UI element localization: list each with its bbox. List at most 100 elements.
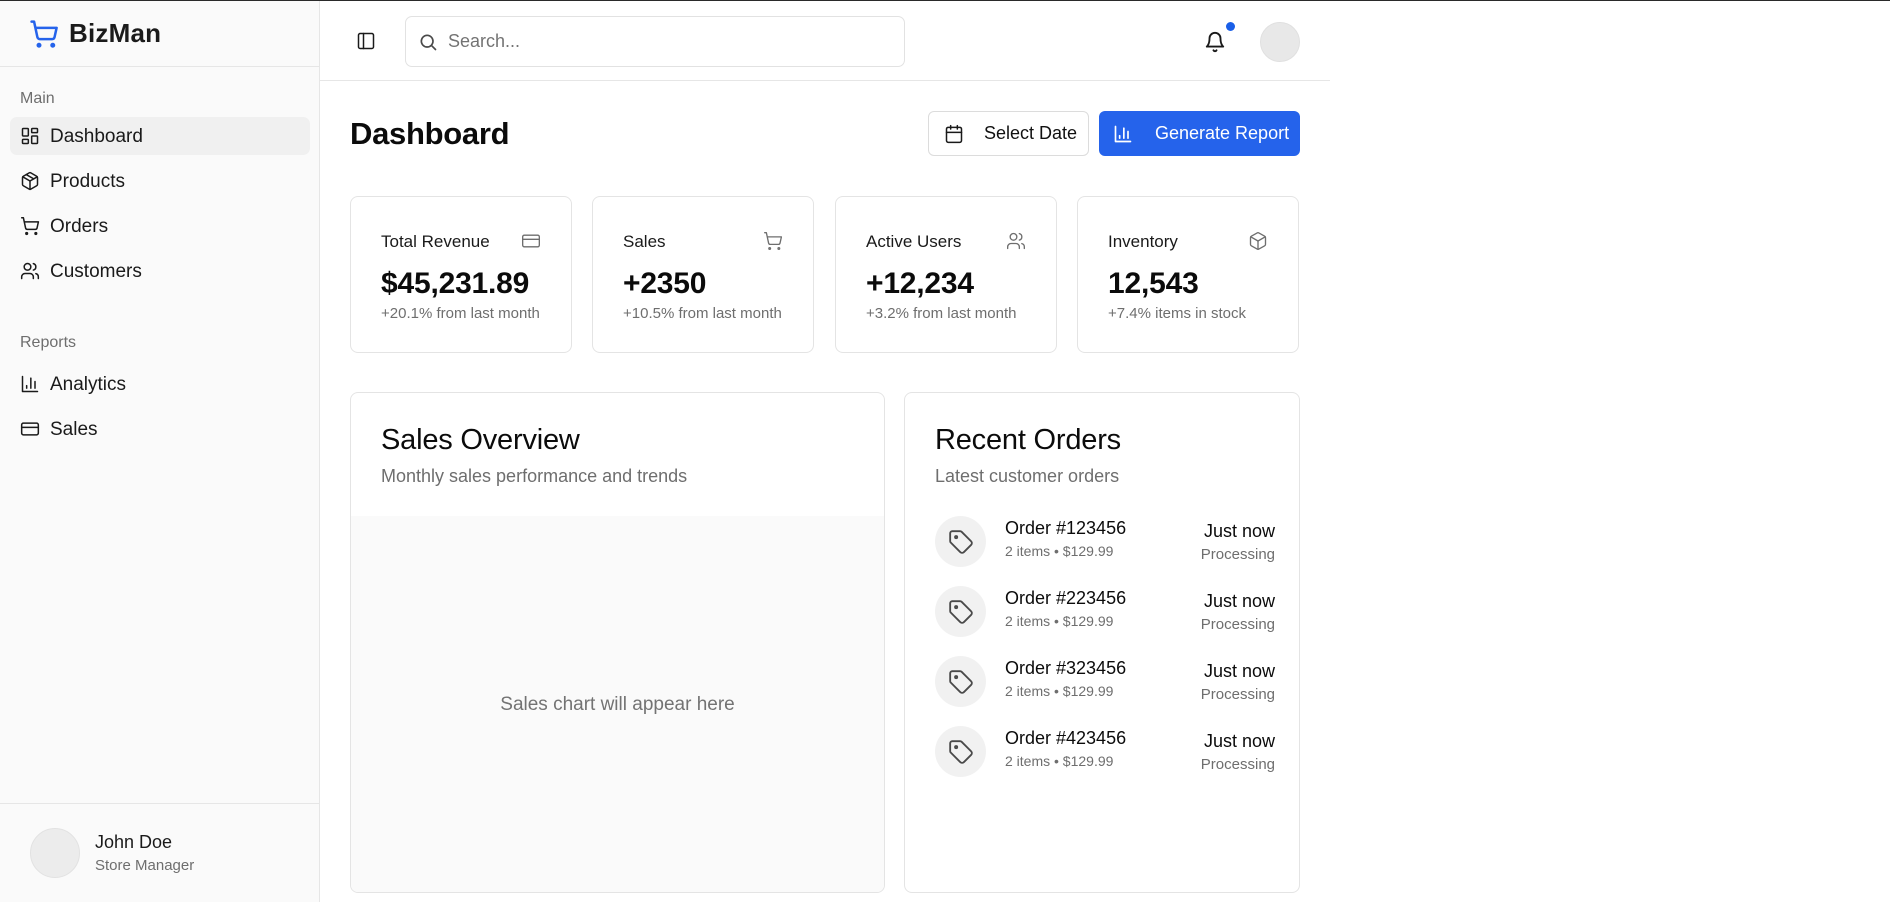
tag-icon [948, 599, 973, 624]
stat-title: Inventory [1108, 232, 1178, 251]
shopping-cart-logo-icon [30, 19, 58, 48]
credit-card-icon [522, 234, 540, 248]
sales-overview-panel: Sales Overview Monthly sales performance… [350, 392, 885, 893]
order-icon [935, 726, 986, 777]
panel-subtitle: Latest customer orders [935, 466, 1120, 486]
order-id: Order #323456 [1005, 658, 1127, 678]
order-time: Just now [1203, 731, 1275, 751]
avatar [30, 828, 80, 878]
order-icon [935, 586, 986, 637]
chart-placeholder-text: Sales chart will appear here [500, 694, 735, 715]
package-icon [21, 171, 39, 191]
brand-name: BizMan [69, 18, 162, 48]
notification-dot [1226, 22, 1235, 31]
tag-icon [948, 739, 973, 764]
generate-report-label: Generate Report [1155, 123, 1290, 143]
tag-icon [948, 669, 973, 694]
list-item[interactable]: Order #223456 2 items • $129.99 Just now… [935, 586, 1275, 638]
shopping-cart-icon [764, 232, 783, 250]
stat-value: +2350 [623, 267, 707, 300]
stat-change: +10.5% from last month [623, 305, 782, 322]
sidebar-item-analytics[interactable]: Analytics [10, 365, 310, 403]
order-id: Order #423456 [1005, 728, 1127, 748]
sales-chart-area: Sales chart will appear here [351, 516, 884, 892]
sidebar: BizMan Main Dashboard Products Orders Cu… [0, 1, 320, 902]
top-header [320, 1, 1330, 81]
shopping-cart-icon [20, 216, 40, 236]
order-time: Just now [1203, 521, 1275, 541]
sidebar-item-products[interactable]: Products [10, 162, 310, 200]
search-box[interactable] [405, 16, 905, 67]
stat-change: +7.4% items in stock [1108, 305, 1246, 322]
search-icon [420, 34, 437, 50]
sidebar-item-label: Dashboard [50, 125, 143, 147]
generate-report-button[interactable]: Generate Report [1099, 111, 1300, 156]
order-meta: 2 items • $129.99 [1005, 543, 1114, 559]
order-icon [935, 516, 986, 567]
panel-title: Sales Overview [381, 424, 580, 456]
panel-title: Recent Orders [935, 424, 1121, 456]
stat-value: +12,234 [866, 267, 974, 300]
stat-card-sales: Sales +2350 +10.5% from last month [592, 196, 814, 353]
sidebar-item-label: Sales [50, 418, 98, 440]
sidebar-item-label: Orders [50, 215, 109, 237]
list-item[interactable]: Order #123456 2 items • $129.99 Just now… [935, 516, 1275, 568]
section-label-main: Main [20, 90, 55, 107]
list-item[interactable]: Order #423456 2 items • $129.99 Just now… [935, 726, 1275, 778]
user-role: Store Manager [95, 857, 195, 874]
stat-title: Active Users [866, 232, 962, 251]
order-status: Processing [1200, 686, 1275, 703]
stat-change: +3.2% from last month [866, 305, 1017, 322]
recent-orders-panel: Recent Orders Latest customer orders Ord… [904, 392, 1300, 893]
order-meta: 2 items • $129.99 [1005, 683, 1114, 699]
bell-icon[interactable] [1204, 31, 1226, 53]
panel-left-icon[interactable] [356, 31, 376, 51]
stat-card-total-revenue: Total Revenue $45,231.89 +20.1% from las… [350, 196, 572, 353]
page-title: Dashboard [350, 116, 510, 151]
order-status: Processing [1200, 616, 1275, 633]
layout-dashboard-icon [21, 127, 39, 145]
stat-value: $45,231.89 [381, 267, 530, 300]
credit-card-icon [20, 422, 40, 436]
bar-chart-icon [21, 375, 39, 393]
stat-title: Total Revenue [381, 232, 490, 251]
order-time: Just now [1203, 661, 1275, 681]
section-label-reports: Reports [20, 334, 77, 351]
order-meta: 2 items • $129.99 [1005, 753, 1114, 769]
user-name: John Doe [95, 832, 173, 852]
order-meta: 2 items • $129.99 [1005, 613, 1114, 629]
calendar-icon [945, 124, 963, 143]
stat-title: Sales [623, 232, 666, 251]
list-item[interactable]: Order #323456 2 items • $129.99 Just now… [935, 656, 1275, 708]
sidebar-item-label: Customers [50, 260, 142, 282]
order-status: Processing [1200, 546, 1275, 563]
sidebar-item-label: Analytics [50, 373, 127, 395]
stat-change: +20.1% from last month [381, 305, 540, 322]
tag-icon [948, 529, 973, 554]
sidebar-item-sales[interactable]: Sales [10, 410, 310, 448]
package-icon [1249, 232, 1267, 250]
sidebar-item-customers[interactable]: Customers [10, 252, 310, 290]
user-profile[interactable]: John Doe Store Manager [0, 803, 319, 902]
stat-card-inventory: Inventory 12,543 +7.4% items in stock [1077, 196, 1299, 353]
users-icon [1007, 232, 1025, 250]
order-id: Order #123456 [1005, 518, 1127, 538]
stat-value: 12,543 [1108, 267, 1199, 300]
user-info: John Doe Store Manager [95, 832, 194, 874]
panel-subtitle: Monthly sales performance and trends [381, 466, 688, 486]
stat-card-active-users: Active Users +12,234 +3.2% from last mon… [835, 196, 1057, 353]
brand[interactable]: BizMan [0, 1, 319, 67]
bar-chart-icon [1114, 125, 1132, 142]
search-input[interactable] [448, 31, 888, 52]
sidebar-item-label: Products [50, 170, 125, 192]
order-id: Order #223456 [1005, 588, 1127, 608]
order-status: Processing [1200, 756, 1275, 773]
header-avatar[interactable] [1260, 22, 1300, 62]
sidebar-item-orders[interactable]: Orders [10, 207, 310, 245]
select-date-button[interactable]: Select Date [928, 111, 1089, 156]
order-time: Just now [1203, 591, 1275, 611]
order-icon [935, 656, 986, 707]
users-icon [20, 262, 40, 280]
sidebar-item-dashboard[interactable]: Dashboard [10, 117, 310, 155]
select-date-label: Select Date [984, 123, 1078, 143]
